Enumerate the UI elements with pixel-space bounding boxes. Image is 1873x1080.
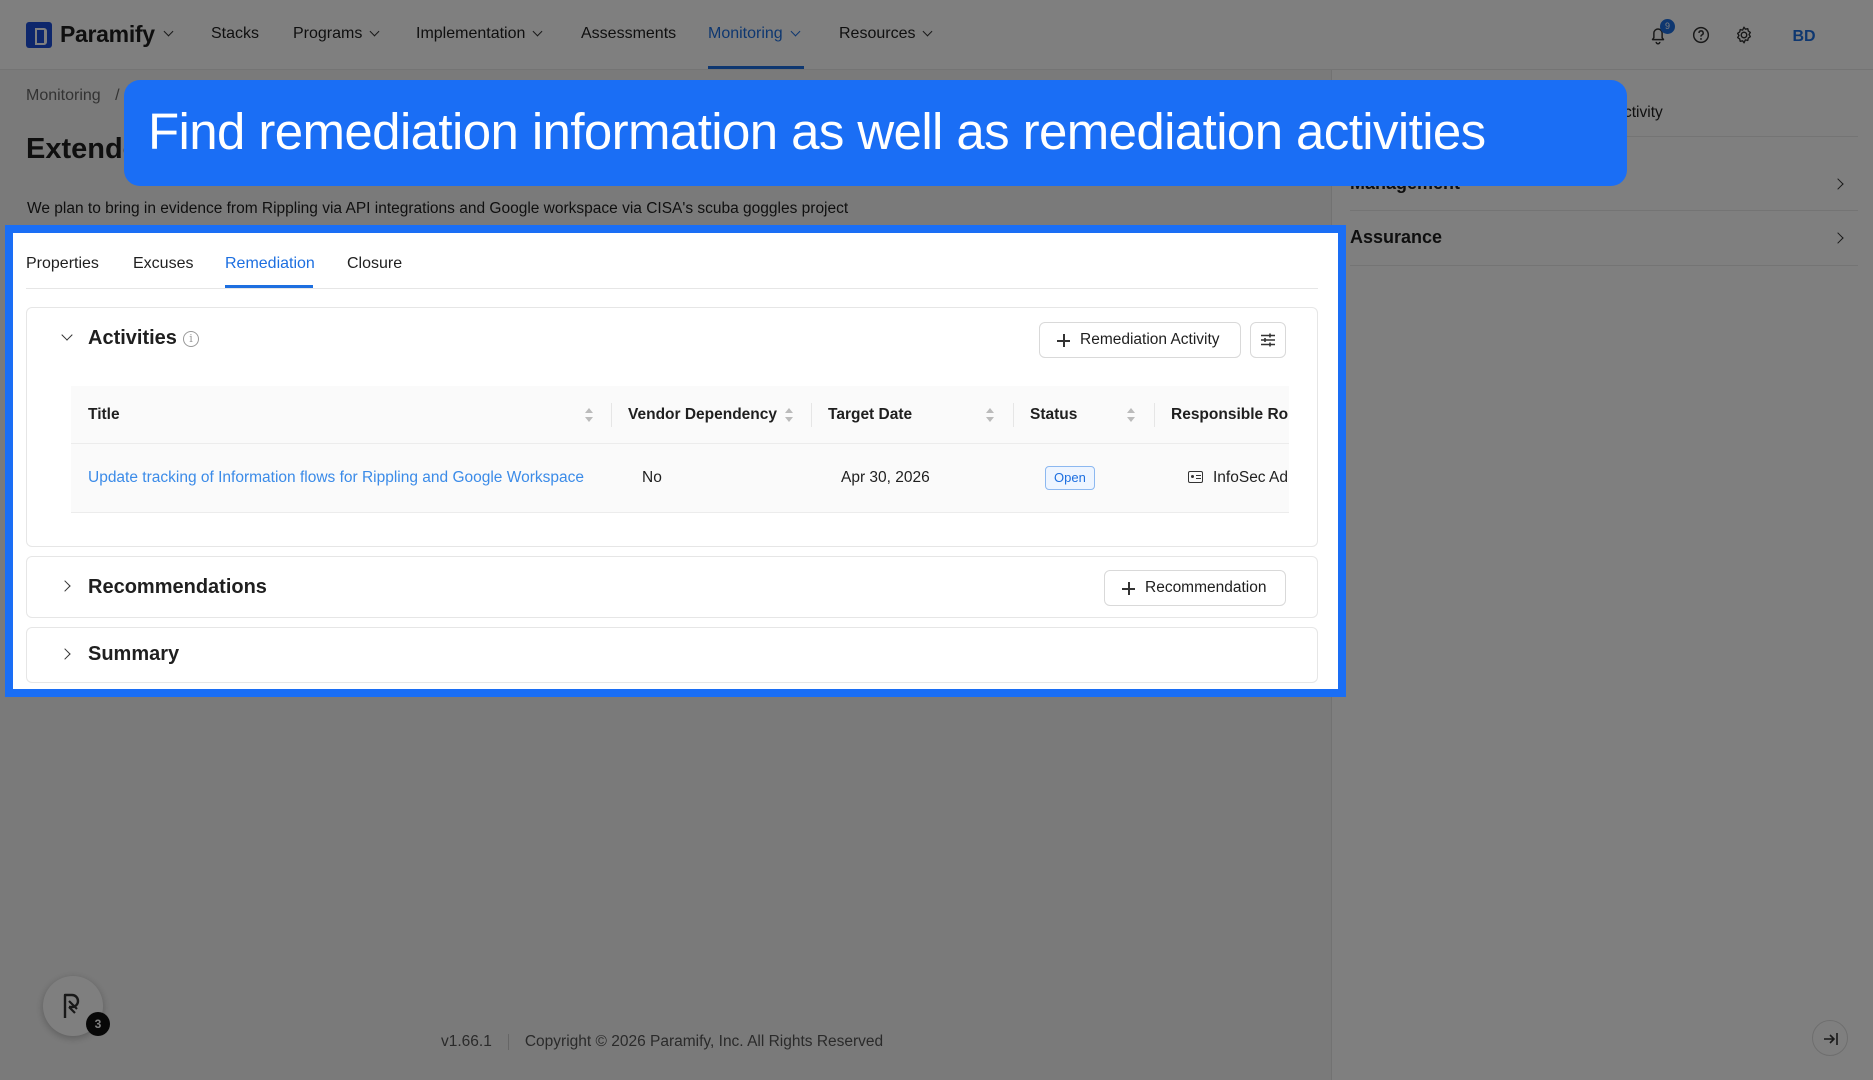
column-header-status[interactable]: Status [1030, 406, 1077, 424]
activities-title: Activities [88, 327, 177, 349]
tab-properties[interactable]: Properties [26, 255, 99, 273]
column-header-vendor-dependency[interactable]: Vendor Dependency [628, 406, 777, 424]
column-separator [1154, 403, 1155, 427]
chevron-down-icon[interactable] [61, 329, 73, 341]
column-settings-button[interactable] [1250, 322, 1286, 358]
column-separator [611, 403, 612, 427]
summary-title: Summary [88, 643, 180, 665]
sort-icon[interactable] [784, 408, 794, 424]
tour-callout: Find remediation information as well as … [124, 80, 1627, 186]
responsible-role-value: InfoSec Ad [1213, 469, 1288, 486]
tour-callout-text: Find remediation information as well as … [148, 103, 1486, 160]
sort-icon[interactable] [985, 408, 995, 424]
summary-section: Summary [26, 627, 1318, 683]
column-separator [1013, 403, 1014, 427]
target-date-value: Apr 30, 2026 [841, 469, 930, 486]
add-recommendation-button[interactable]: Recommendation [1104, 570, 1286, 606]
sort-icon[interactable] [1126, 408, 1136, 424]
id-card-icon [1188, 471, 1203, 483]
remediation-card: Properties Excuses Remediation Closure A… [13, 233, 1338, 689]
chevron-right-icon[interactable] [59, 648, 71, 660]
activities-section: Activities i Remediation Activity Title … [26, 307, 1318, 547]
column-header-target-date[interactable]: Target Date [828, 406, 912, 424]
status-badge: Open [1045, 466, 1095, 490]
plus-icon [1057, 334, 1070, 347]
chevron-right-icon[interactable] [59, 580, 71, 592]
table-row: Update tracking of Information flows for… [71, 444, 1289, 513]
activity-title-link[interactable]: Update tracking of Information flows for… [88, 469, 584, 487]
tabs-divider [26, 288, 1318, 289]
plus-icon [1122, 582, 1135, 595]
tab-excuses[interactable]: Excuses [133, 255, 193, 273]
column-header-title[interactable]: Title [88, 406, 120, 424]
column-separator [811, 403, 812, 427]
recommendations-section: Recommendations Recommendation [26, 556, 1318, 618]
recommendations-title: Recommendations [88, 576, 267, 598]
tab-remediation[interactable]: Remediation [225, 255, 315, 273]
sort-icon[interactable] [584, 408, 594, 424]
vendor-dependency-value: No [642, 469, 662, 486]
table-header: Title Vendor Dependency Target Date Stat… [71, 386, 1289, 444]
add-remediation-activity-button[interactable]: Remediation Activity [1039, 322, 1241, 358]
sliders-icon [1261, 333, 1275, 347]
info-icon[interactable]: i [183, 331, 199, 347]
tab-closure[interactable]: Closure [347, 255, 402, 273]
column-header-responsible-role[interactable]: Responsible Rol [1171, 406, 1289, 424]
